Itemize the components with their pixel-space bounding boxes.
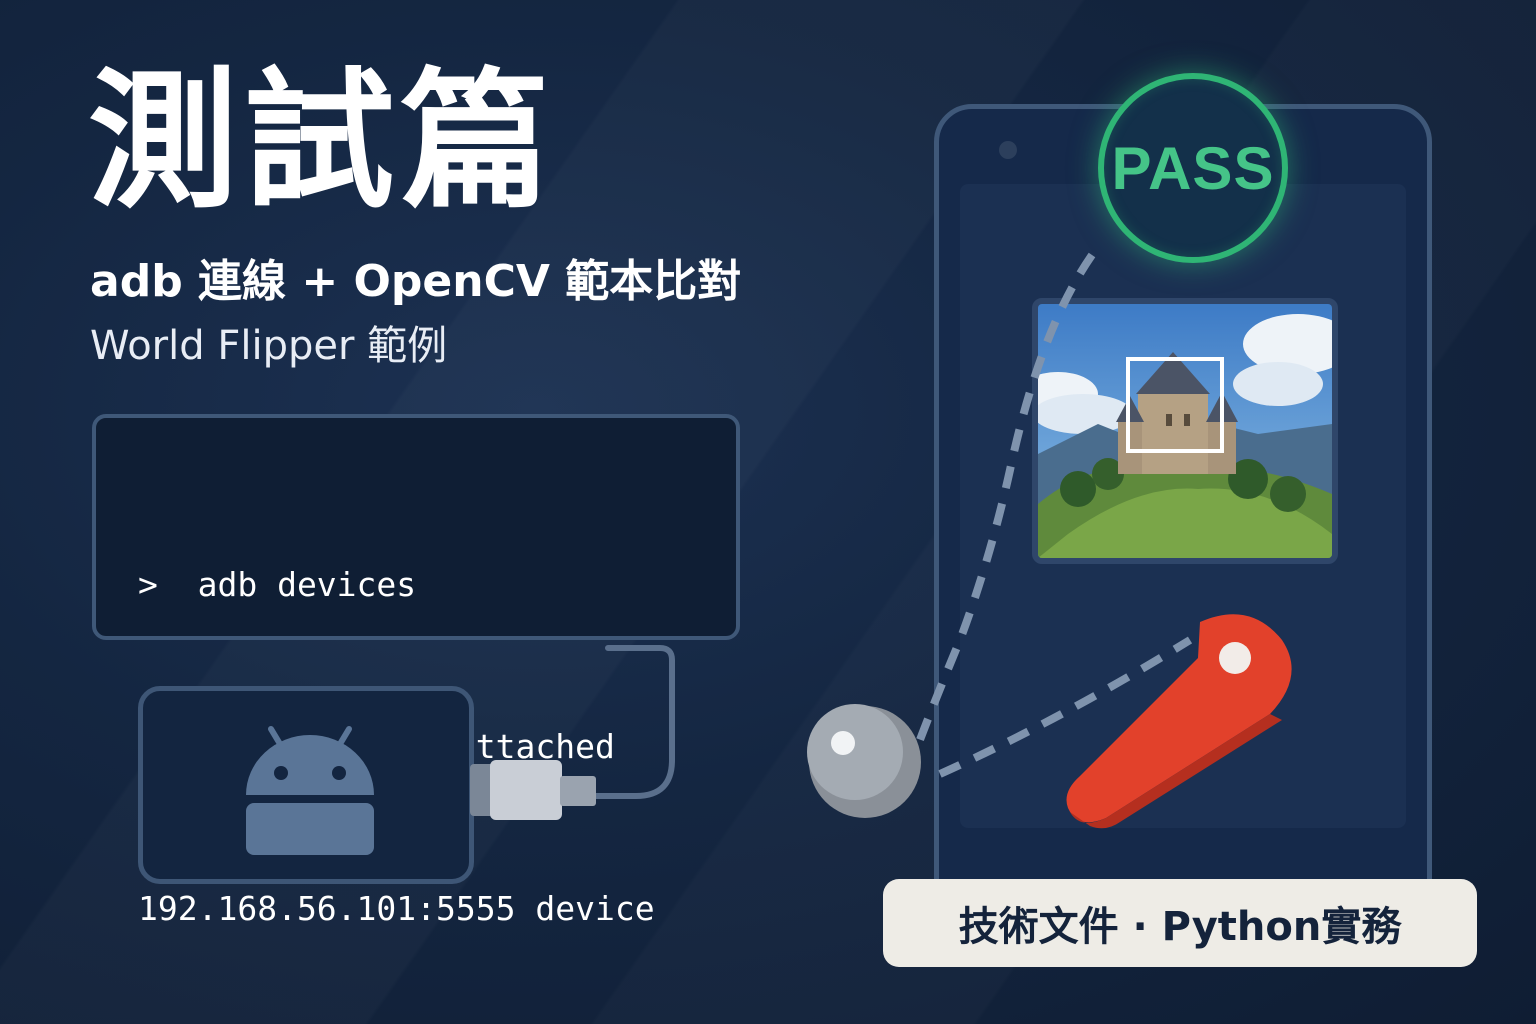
- pass-status-badge: PASS: [1098, 73, 1288, 263]
- footer-badge: 技術文件 · Python實務: [883, 879, 1477, 967]
- game-screenshot: [1032, 298, 1338, 564]
- castle-scene-image: [1038, 304, 1332, 558]
- android-device: [138, 686, 474, 884]
- android-icon: [246, 726, 374, 855]
